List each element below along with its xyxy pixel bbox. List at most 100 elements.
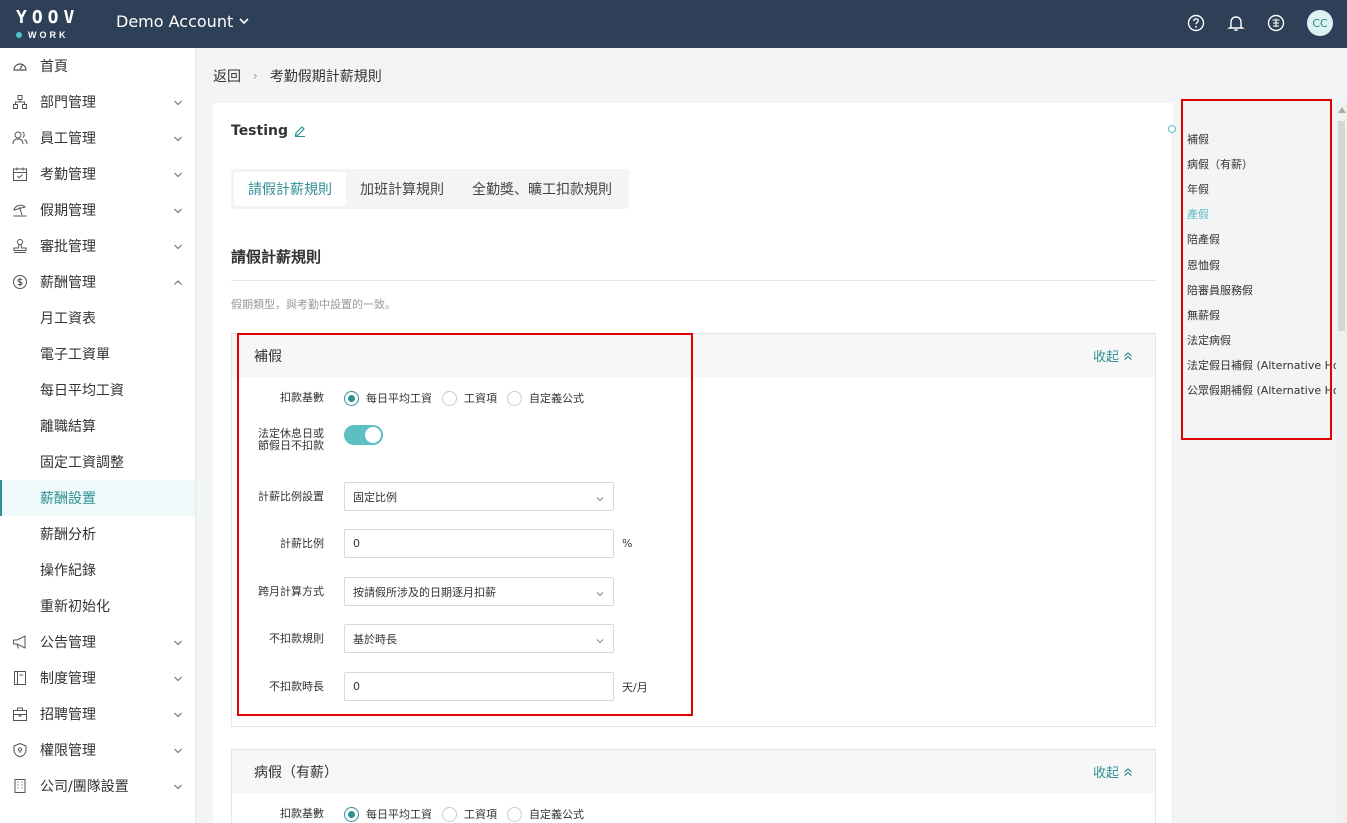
scrollbar-thumb[interactable] bbox=[1338, 121, 1345, 331]
sidebar-item-label: 制度管理 bbox=[40, 671, 96, 687]
tab-attendance-bonus-rules[interactable]: 全勤獎、曠工扣款規則 bbox=[458, 172, 626, 206]
scroll-up-arrow-icon[interactable] bbox=[1338, 107, 1346, 113]
anchor-item[interactable]: 病假（有薪） bbox=[1187, 151, 1347, 176]
sidebar-subitem-termination[interactable]: 離職結算 bbox=[0, 408, 195, 444]
sidebar-item-label: 首頁 bbox=[40, 59, 68, 75]
policy-name: Testing bbox=[231, 123, 306, 139]
form-row-holiday-no-deduct: 法定休息日或 節假日不扣款 bbox=[232, 425, 383, 452]
main-card: Testing 請假計薪規則 加班計算規則 全勤獎、曠工扣款規則 請假計薪規則 … bbox=[213, 103, 1173, 823]
form-row-no-deduct-rule: 不扣款規則 基於時長 bbox=[232, 624, 614, 653]
field-label: 法定休息日或 節假日不扣款 bbox=[258, 427, 324, 452]
back-link[interactable]: 返回 bbox=[213, 66, 241, 86]
collapse-label: 收起 bbox=[1092, 350, 1119, 365]
ratio-setting-select[interactable]: 固定比例 bbox=[344, 482, 614, 511]
no-deduct-rule-select[interactable]: 基於時長 bbox=[344, 624, 614, 653]
section-hint: 假期類型，與考勤中設置的一致。 bbox=[231, 298, 396, 311]
sidebar-item-label: 權限管理 bbox=[40, 743, 96, 759]
radio-custom-formula[interactable]: 自定義公式 bbox=[507, 806, 584, 822]
breadcrumb-current: 考勤假期計薪規則 bbox=[269, 69, 382, 85]
form-row-ratio-setting: 計薪比例設置 固定比例 bbox=[232, 482, 614, 511]
ratio-input[interactable]: 0 bbox=[344, 529, 614, 558]
breadcrumb: 返回 › 考勤假期計薪規則 bbox=[213, 66, 382, 86]
panel-header: 補假 收起 bbox=[232, 334, 1155, 377]
anchor-item[interactable]: 年假 bbox=[1187, 176, 1347, 201]
sidebar-item-department[interactable]: 部門管理 bbox=[0, 84, 195, 120]
radio-custom-formula[interactable]: 自定義公式 bbox=[507, 390, 584, 406]
collapse-button[interactable]: 收起 bbox=[1093, 346, 1133, 365]
sidebar-item-approval[interactable]: 審批管理 bbox=[0, 228, 195, 264]
chevron-up-icon bbox=[173, 276, 183, 286]
sidebar-subitem-reinitialize[interactable]: 重新初始化 bbox=[0, 588, 195, 624]
edit-pencil-icon[interactable] bbox=[294, 125, 306, 137]
sidebar-subitem-salary-adjustment[interactable]: 固定工資調整 bbox=[0, 444, 195, 480]
avatar[interactable]: CC bbox=[1307, 10, 1333, 36]
anchor-item[interactable]: 陪審員服務假 bbox=[1187, 277, 1347, 302]
anchor-item[interactable]: 補假 bbox=[1187, 126, 1347, 151]
radio-daily-average-wage[interactable]: 每日平均工資 bbox=[344, 806, 432, 822]
chevron-down-icon bbox=[173, 96, 183, 106]
sidebar-item-employee[interactable]: 員工管理 bbox=[0, 120, 195, 156]
bell-icon[interactable] bbox=[1227, 14, 1245, 32]
radio-daily-average-wage[interactable]: 每日平均工資 bbox=[344, 390, 432, 406]
yoov-work-logo[interactable]: YOOV WORK bbox=[16, 9, 82, 41]
sidebar-subitem-monthly-payroll[interactable]: 月工資表 bbox=[0, 300, 195, 336]
sidebar-item-payroll[interactable]: 薪酬管理 bbox=[0, 264, 195, 300]
divider bbox=[231, 280, 1156, 281]
sidebar-item-recruitment[interactable]: 招聘管理 bbox=[0, 696, 195, 732]
sidebar-subitem-payroll-settings[interactable]: 薪酬設置 bbox=[0, 480, 195, 516]
sidebar-subitem-payroll-analysis[interactable]: 薪酬分析 bbox=[0, 516, 195, 552]
field-label: 扣款基數 bbox=[280, 391, 324, 404]
language-icon[interactable] bbox=[1267, 14, 1285, 32]
form-row-no-deduct-duration: 不扣款時長 0 天/月 bbox=[232, 672, 648, 701]
anchor-item[interactable]: 恩恤假 bbox=[1187, 252, 1347, 277]
tab-overtime-rules[interactable]: 加班計算規則 bbox=[346, 172, 458, 206]
chevron-down-icon bbox=[173, 132, 183, 142]
panel-title: 病假（有薪） bbox=[254, 764, 338, 781]
radio-salary-item[interactable]: 工資項 bbox=[442, 806, 497, 822]
rule-tabs: 請假計薪規則 加班計算規則 全勤獎、曠工扣款規則 bbox=[231, 169, 629, 209]
sidebar-item-label: 招聘管理 bbox=[40, 707, 96, 723]
chevron-up-double-icon bbox=[1124, 351, 1132, 360]
sidebar-subitem-daily-average-wage[interactable]: 每日平均工資 bbox=[0, 372, 195, 408]
sidebar-item-announcement[interactable]: 公告管理 bbox=[0, 624, 195, 660]
anchor-item[interactable]: 無薪假 bbox=[1187, 302, 1347, 327]
tab-leave-pay-rules[interactable]: 請假計薪規則 bbox=[234, 172, 346, 206]
sidebar-item-permission[interactable]: 權限管理 bbox=[0, 732, 195, 768]
radio-salary-item[interactable]: 工資項 bbox=[442, 390, 497, 406]
field-label: 不扣款規則 bbox=[269, 631, 324, 645]
logo-text-bottom: WORK bbox=[28, 30, 69, 40]
collapse-button[interactable]: 收起 bbox=[1093, 762, 1133, 781]
sidebar-item-label: 員工管理 bbox=[40, 131, 96, 147]
sidebar-item-label: 公司/團隊設置 bbox=[40, 779, 129, 795]
account-switcher[interactable]: Demo Account bbox=[116, 12, 249, 31]
shield-icon bbox=[12, 742, 28, 758]
anchor-item-active[interactable]: 產假 bbox=[1187, 202, 1347, 227]
sidebar: 首頁 部門管理 員工管理 考勤管理 假期管理 審批管理 薪酬管理 月工資表 電子… bbox=[0, 48, 196, 823]
account-name: Demo Account bbox=[116, 12, 234, 31]
sidebar-subitem-payslip[interactable]: 電子工資單 bbox=[0, 336, 195, 372]
cross-month-select[interactable]: 按請假所涉及的日期逐月扣薪 bbox=[344, 577, 614, 606]
no-deduct-duration-input[interactable]: 0 bbox=[344, 672, 614, 701]
logo-text-top: YOOV bbox=[16, 7, 80, 28]
building-icon bbox=[12, 778, 28, 794]
sidebar-item-policy[interactable]: 制度管理 bbox=[0, 660, 195, 696]
sidebar-item-company-settings[interactable]: 公司/團隊設置 bbox=[0, 768, 195, 804]
scrollbar[interactable] bbox=[1336, 103, 1347, 823]
section-title: 請假計薪規則 bbox=[231, 248, 322, 266]
sidebar-item-label: 審批管理 bbox=[40, 239, 96, 255]
anchor-item[interactable]: 法定病假 bbox=[1187, 328, 1347, 353]
chevron-down-icon bbox=[173, 240, 183, 250]
field-label: 計薪比例 bbox=[280, 536, 324, 550]
anchor-item[interactable]: 公眾假期補假 (Alternative Holid... bbox=[1187, 378, 1347, 403]
chevron-down-icon bbox=[596, 588, 604, 597]
sidebar-item-home[interactable]: 首頁 bbox=[0, 48, 195, 84]
sidebar-subitem-operation-log[interactable]: 操作紀錄 bbox=[0, 552, 195, 588]
anchor-item[interactable]: 陪產假 bbox=[1187, 227, 1347, 252]
sidebar-item-label: 公告管理 bbox=[40, 635, 96, 651]
form-row-ratio: 計薪比例 0 % bbox=[232, 529, 632, 558]
anchor-item[interactable]: 法定假日補假 (Alternative Holid... bbox=[1187, 353, 1347, 378]
sidebar-item-attendance[interactable]: 考勤管理 bbox=[0, 156, 195, 192]
help-icon[interactable] bbox=[1187, 14, 1205, 32]
sidebar-item-leave[interactable]: 假期管理 bbox=[0, 192, 195, 228]
holiday-no-deduct-toggle[interactable] bbox=[344, 425, 383, 445]
